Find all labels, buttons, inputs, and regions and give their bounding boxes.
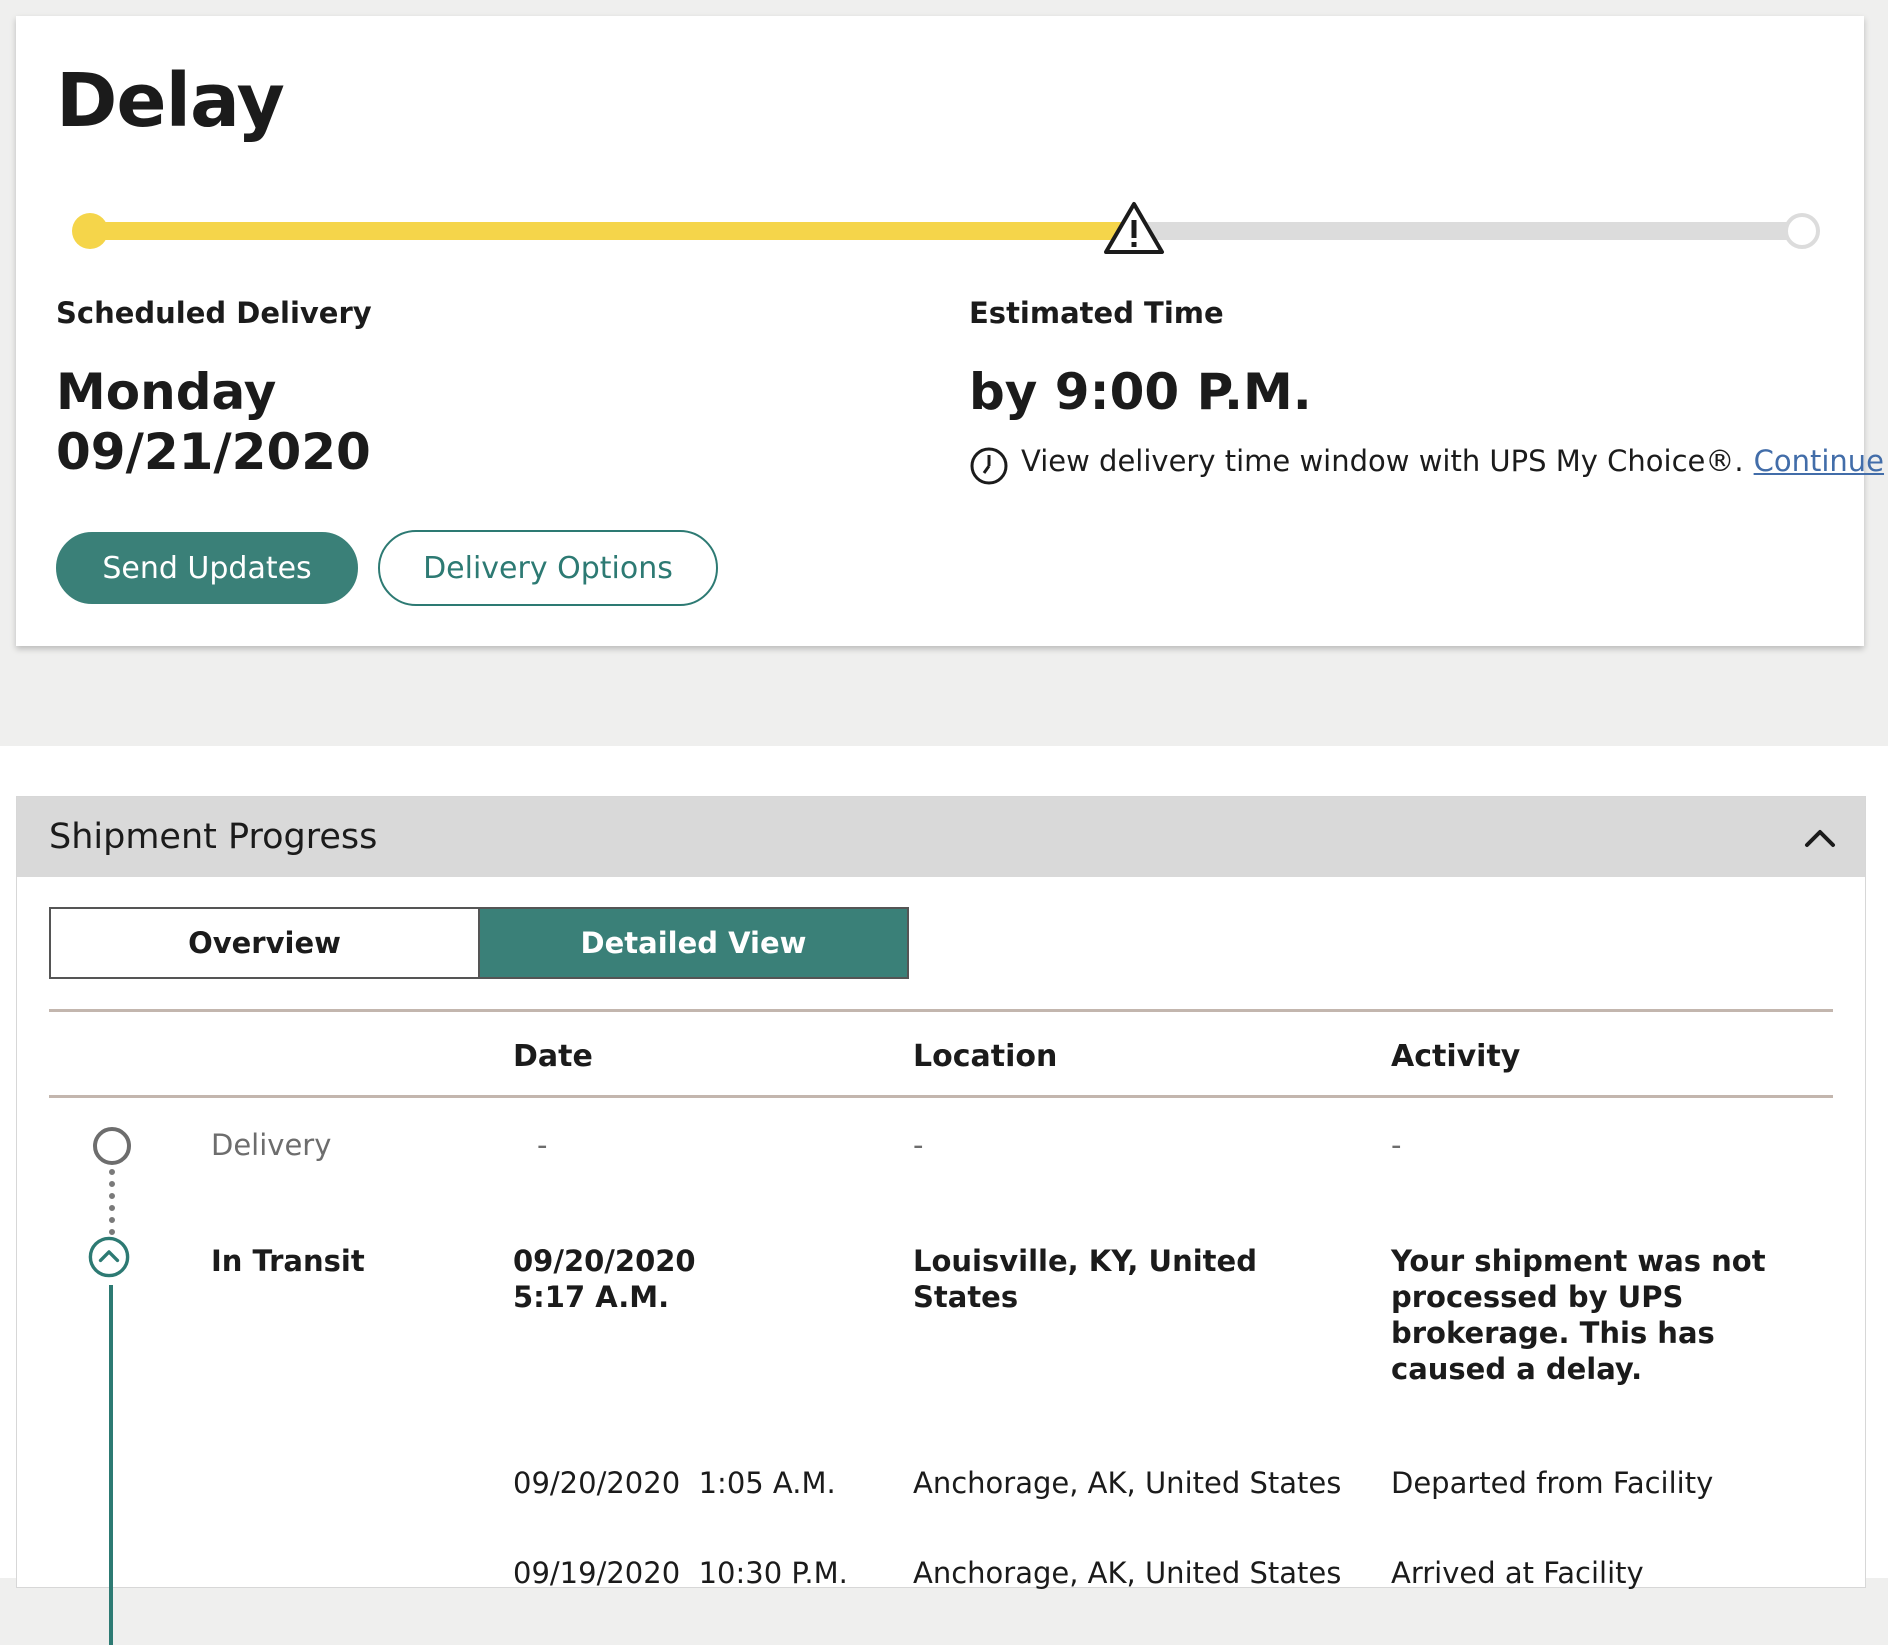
scheduled-day: Monday	[56, 363, 277, 421]
continue-link[interactable]: Continue	[1754, 444, 1884, 478]
scheduled-delivery-label: Scheduled Delivery	[56, 296, 372, 330]
row-delivery-date: -	[537, 1128, 548, 1162]
shipment-progress-header[interactable]: Shipment Progress	[17, 797, 1865, 877]
row-4-date: 09/19/2020	[513, 1556, 681, 1590]
my-choice-text: View delivery time window with UPS My Ch…	[1021, 444, 1744, 478]
delivery-options-button[interactable]: Delivery Options	[378, 530, 718, 606]
row-in-transit-status: In Transit	[211, 1244, 365, 1278]
row-delivery-activity: -	[1391, 1128, 1402, 1162]
progress-fill	[90, 222, 1135, 240]
timeline-active-marker[interactable]	[87, 1235, 131, 1279]
row-in-transit-time: 5:17 A.M.	[513, 1280, 670, 1314]
column-header-date: Date	[513, 1039, 593, 1074]
row-in-transit-date: 09/20/2020	[513, 1244, 696, 1278]
my-choice-note: View delivery time window with UPS My Ch…	[969, 436, 1888, 486]
progress-end-dot	[1784, 213, 1820, 249]
row-4-activity: Arrived at Facility	[1391, 1556, 1644, 1590]
clock-icon	[970, 447, 1008, 485]
row-3-location: Anchorage, AK, United States	[913, 1466, 1342, 1500]
table-top-divider	[49, 1009, 1833, 1012]
scheduled-date: 09/21/2020	[56, 423, 371, 481]
column-header-activity: Activity	[1391, 1039, 1521, 1074]
tab-overview[interactable]: Overview	[51, 909, 480, 977]
row-delivery-status: Delivery	[211, 1128, 332, 1162]
shipment-progress-section: Shipment Progress Overview Detailed View…	[0, 746, 1888, 1645]
row-3-time: 1:05 A.M.	[698, 1466, 836, 1500]
row-in-transit-location: Louisville, KY, United States	[913, 1244, 1257, 1314]
send-updates-button[interactable]: Send Updates	[56, 532, 358, 604]
shipment-progress-title: Shipment Progress	[49, 817, 378, 857]
delivery-progress-bar	[72, 202, 1820, 256]
column-header-location: Location	[913, 1039, 1058, 1074]
row-3-date: 09/20/2020	[513, 1466, 681, 1500]
row-4-location: Anchorage, AK, United States	[913, 1556, 1342, 1590]
view-toggle: Overview Detailed View	[49, 907, 909, 979]
chevron-up-icon[interactable]	[1803, 823, 1837, 853]
timeline-active-line	[109, 1285, 113, 1645]
timeline-pending-marker	[93, 1127, 131, 1165]
status-title: Delay	[56, 58, 285, 144]
row-4-datetime: 09/19/2020 10:30 P.M.	[513, 1555, 848, 1591]
warning-icon	[1104, 202, 1165, 254]
shipment-progress-panel: Shipment Progress Overview Detailed View…	[16, 796, 1866, 1645]
row-3-datetime: 09/20/2020 1:05 A.M.	[513, 1465, 836, 1501]
table-header-divider	[49, 1095, 1833, 1098]
row-4-time: 10:30 P.M.	[698, 1556, 848, 1590]
row-delivery-location: -	[913, 1128, 924, 1162]
row-in-transit-datetime: 09/20/2020 5:17 A.M.	[513, 1243, 873, 1315]
delivery-status-card: Delay Scheduled Delivery Monday 09/21/20…	[16, 16, 1884, 646]
tab-detailed-view[interactable]: Detailed View	[480, 909, 907, 977]
estimated-time-value: by 9:00 P.M.	[969, 363, 1312, 421]
row-in-transit-activity: Your shipment was not processed by UPS b…	[1391, 1244, 1766, 1386]
row-3-activity: Departed from Facility	[1391, 1466, 1714, 1500]
estimated-time-label: Estimated Time	[969, 296, 1224, 330]
progress-start-dot	[72, 213, 108, 249]
